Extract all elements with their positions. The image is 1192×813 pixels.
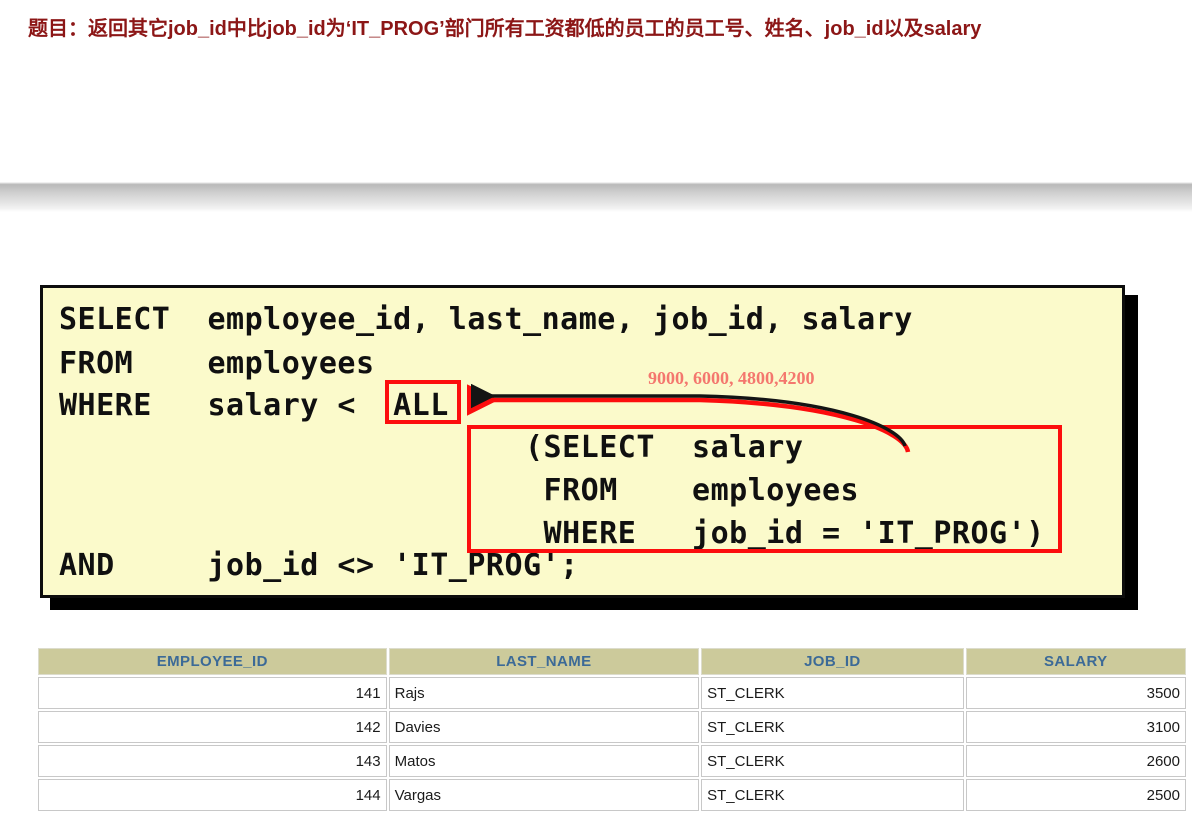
all-keyword-highlight-box <box>385 380 461 424</box>
section-divider <box>0 182 1192 212</box>
table-row[interactable]: 144 Vargas ST_CLERK 2500 <box>38 779 1186 811</box>
cell-salary: 2500 <box>965 779 1186 811</box>
table-row[interactable]: 143 Matos ST_CLERK 2600 <box>38 745 1186 777</box>
annotation-salary-values: 9000, 6000, 4800,4200 <box>648 368 815 388</box>
cell-last-name: Vargas <box>388 779 700 811</box>
table-row[interactable]: 142 Davies ST_CLERK 3100 <box>38 711 1186 743</box>
subquery-highlight-box <box>467 425 1062 553</box>
page-title: 题目：返回其它job_id中比job_id为‘IT_PROG’部门所有工资都低的… <box>28 18 982 40</box>
query-results-table: EMPLOYEE_ID LAST_NAME JOB_ID SALARY 141 … <box>36 646 1188 813</box>
cell-employee-id: 142 <box>38 711 387 743</box>
sql-line-from: FROM employees <box>59 346 375 381</box>
cell-salary: 3500 <box>965 677 1186 709</box>
column-header-salary[interactable]: SALARY <box>965 648 1186 675</box>
column-header-last-name[interactable]: LAST_NAME <box>388 648 700 675</box>
table-row[interactable]: 141 Rajs ST_CLERK 3500 <box>38 677 1186 709</box>
column-header-job-id[interactable]: JOB_ID <box>701 648 964 675</box>
table-header-row: EMPLOYEE_ID LAST_NAME JOB_ID SALARY <box>38 648 1186 675</box>
cell-last-name: Rajs <box>388 677 700 709</box>
cell-job-id: ST_CLERK <box>701 677 964 709</box>
column-header-employee-id[interactable]: EMPLOYEE_ID <box>38 648 387 675</box>
cell-job-id: ST_CLERK <box>701 745 964 777</box>
sql-line-and: AND job_id <> 'IT_PROG'; <box>59 548 579 583</box>
cell-last-name: Matos <box>388 745 700 777</box>
cell-salary: 2600 <box>965 745 1186 777</box>
cell-employee-id: 144 <box>38 779 387 811</box>
cell-job-id: ST_CLERK <box>701 711 964 743</box>
cell-employee-id: 143 <box>38 745 387 777</box>
cell-job-id: ST_CLERK <box>701 779 964 811</box>
sql-line-select: SELECT employee_id, last_name, job_id, s… <box>59 302 913 337</box>
cell-last-name: Davies <box>388 711 700 743</box>
cell-salary: 3100 <box>965 711 1186 743</box>
cell-employee-id: 141 <box>38 677 387 709</box>
